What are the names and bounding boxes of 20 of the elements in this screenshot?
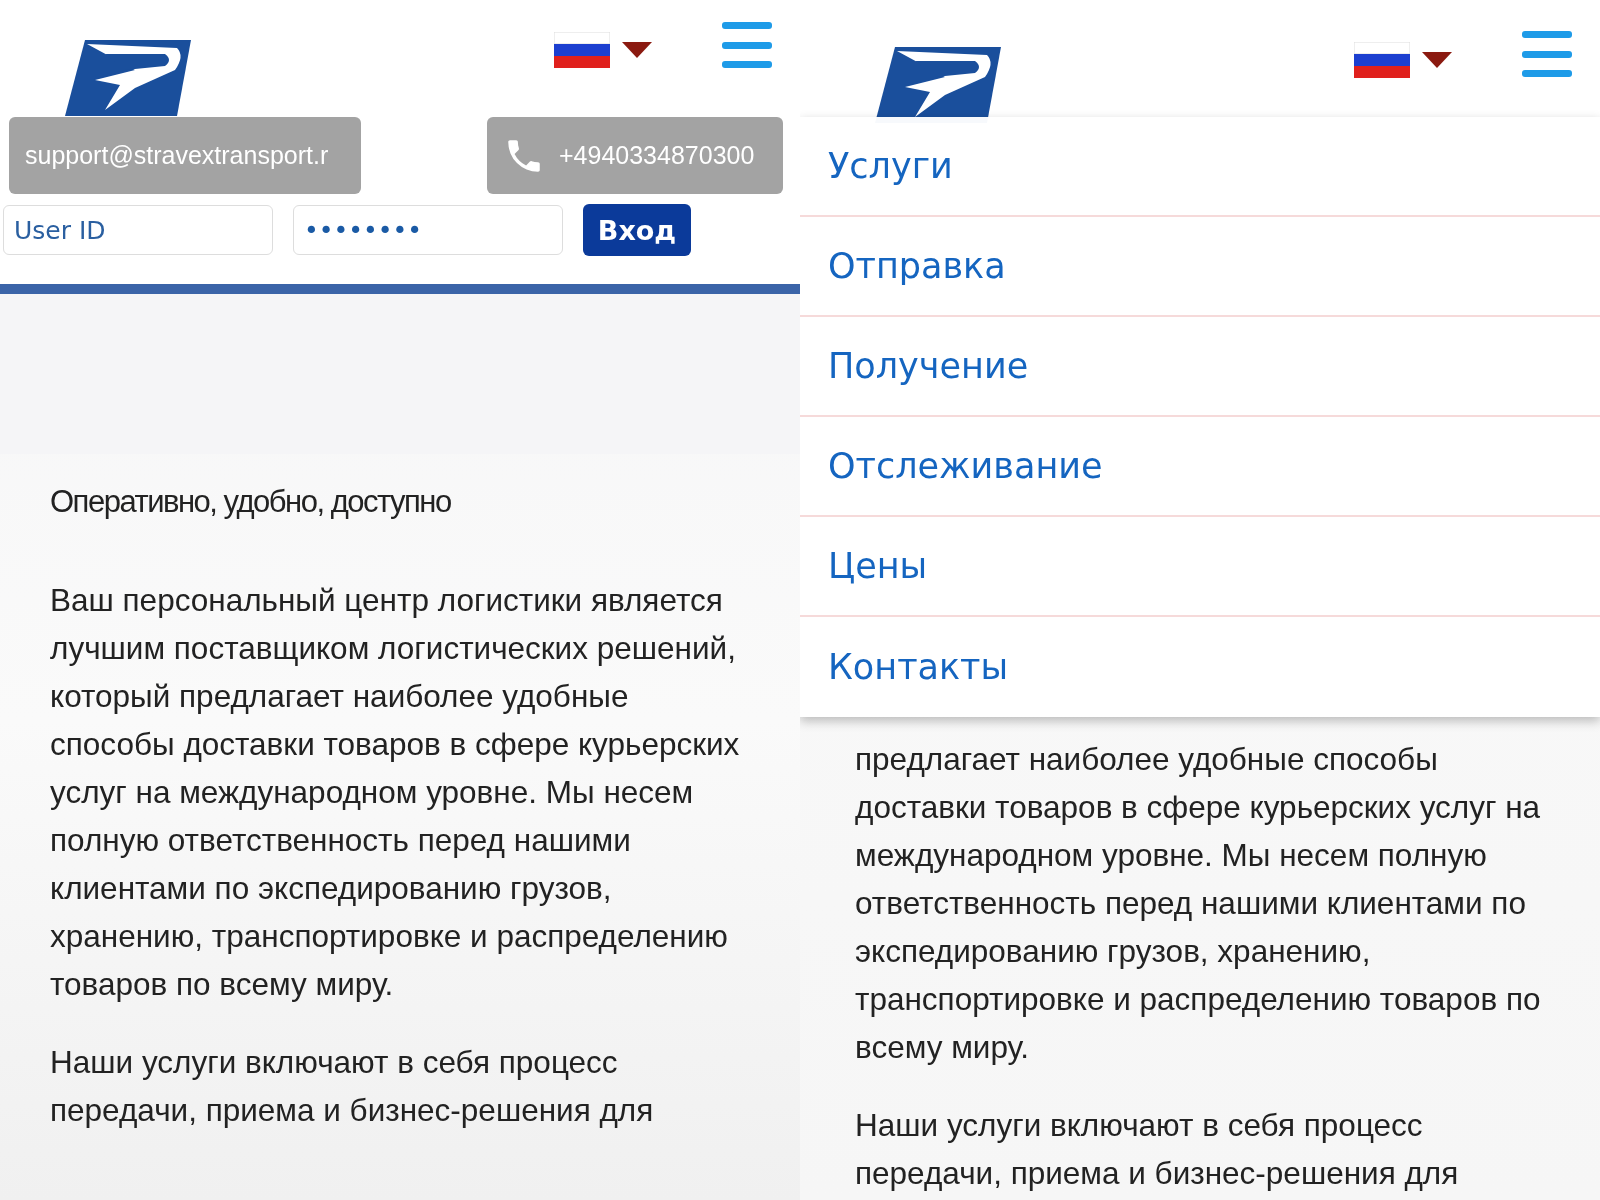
menu-item[interactable]: Услуги [800, 117, 1600, 217]
paragraph: Наши услуги включают в себя процесс передачи, приема и бизнес-решения для [50, 1043, 655, 1130]
russian-flag-icon[interactable] [554, 32, 610, 68]
menu-item[interactable]: Цены [800, 517, 1600, 617]
menu-icon[interactable] [722, 22, 772, 68]
paragraph: предлагает наиболее удобные способы доставки товаров в сфере курьерских услуг на международном уровне. Мы несем полную ответственность перед нашими клиентами по экспедированию грузов, хранению, транспортировке и распределению товаров по всему миру. [855, 740, 1542, 1067]
menu-icon[interactable] [1522, 31, 1572, 77]
menu-item[interactable]: Отслеживание [800, 417, 1600, 517]
paragraph: Наши услуги включают в себя процесс передачи, приема и бизнес-решения для [855, 1106, 1460, 1193]
caret-icon[interactable] [622, 42, 652, 58]
menu-item[interactable]: Отправка [800, 217, 1600, 317]
menu-item[interactable]: Контакты [800, 617, 1600, 717]
paragraph: Ваш персональный центр логистики является лучшим поставщиком логистических решений, который предлагает наиболее удобные способы доставки товаров в сфере курьерских услуг на международном уровне. Мы несем полную ответственность перед нашими клиентами по экспедированию грузов, хранению, транспортировке и распределению товаров по всему миру. [50, 581, 741, 1004]
user-id-field[interactable]: User ID [3, 205, 273, 255]
russian-flag-icon[interactable] [1354, 42, 1410, 78]
login-button[interactable]: Вход [583, 204, 691, 256]
password-field[interactable]: •••••••• [293, 205, 563, 255]
menu-item[interactable]: Получение [800, 317, 1600, 417]
tagline: Оперативно, удобно, доступно [50, 484, 452, 520]
caret-icon[interactable] [1422, 52, 1452, 68]
